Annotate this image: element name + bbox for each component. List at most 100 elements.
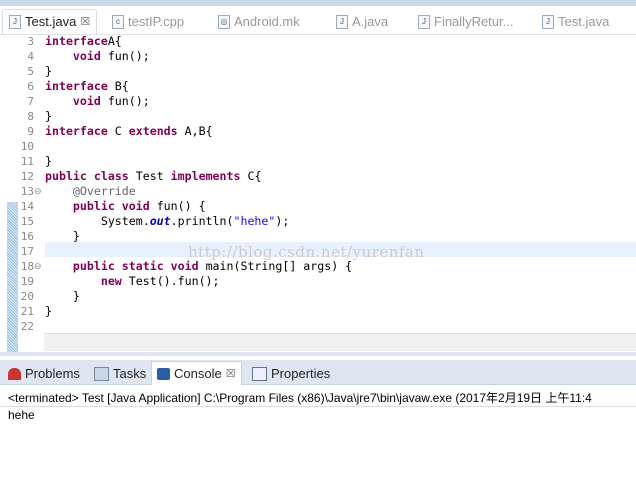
horizontal-scrollbar[interactable] [44,333,636,351]
tab-label: A.java [352,14,389,29]
line-number: 7 [27,95,34,108]
tab-a-java[interactable]: J A.java [336,14,388,29]
code-token: public [45,169,87,183]
code-token: void [170,259,199,273]
line-number: 6 [27,80,34,93]
code-line: public void fun() { [45,199,352,214]
code-token: implements [170,169,241,183]
tab-android-mk[interactable]: ◎ Android.mk [218,14,300,29]
code-line: interface B{ [45,79,352,94]
code-line: } [45,229,352,244]
java-file-icon: J [418,14,430,29]
code-token: } [45,109,52,123]
line-number: 20 [20,290,34,303]
code-token: } [45,64,52,78]
code-token: new [100,274,122,288]
divider [0,406,636,407]
console-icon [157,367,170,380]
fold-icon[interactable]: ⊖ [34,261,42,272]
code-token: } [45,229,80,243]
line-number: 15 [20,215,34,228]
code-token: fun(); [100,94,150,108]
code-line: void fun(); [45,49,352,64]
close-icon[interactable]: ☒ [226,367,236,380]
code-token: A,B{ [177,124,213,138]
tab-test-java[interactable]: J Test.java ☒ [2,9,98,34]
tab-properties[interactable]: Properties [252,366,330,381]
code-line: new Test().fun(); [45,274,352,289]
code-token: fun() { [149,199,206,213]
tab-label: Android.mk [234,14,300,29]
tab-testip-cpp[interactable]: c testIP.cpp [112,14,184,29]
code-token: System. [45,214,150,228]
line-number: 21 [20,305,34,318]
tab-console[interactable]: Console ☒ [151,361,242,385]
fold-icon[interactable]: ⊖ [34,186,42,197]
tab-tasks[interactable]: Tasks [94,366,146,381]
line-number: 16 [20,230,34,243]
line-number: 18 [20,260,34,273]
code-line: interfaceA{ [45,34,352,49]
code-token: static [121,259,164,273]
code-token: C [107,124,129,138]
tab-test-java-2[interactable]: J Test.java [542,14,609,29]
java-file-icon: J [9,14,21,29]
tab-problems[interactable]: Problems [8,366,80,381]
tab-label: Properties [271,366,331,381]
tab-label: Console [174,366,222,381]
code-token: "hehe" [233,214,276,228]
console-output[interactable]: hehe [8,408,35,422]
tab-label: Tasks [113,366,147,381]
mk-file-icon: ◎ [218,14,230,29]
close-icon[interactable]: ☒ [80,15,90,28]
code-line: } [45,64,352,79]
tab-label: Problems [25,366,80,381]
code-token: } [45,154,52,168]
code-line: void fun(); [45,94,352,109]
tab-finallyreturn-java[interactable]: J FinallyRetur... [418,14,513,29]
properties-icon [252,366,267,381]
code-token: .println( [170,214,234,228]
code-token: Test().fun(); [121,274,220,288]
problems-icon [8,367,21,380]
tab-label: Test.java [25,14,77,29]
line-number: 5 [27,65,34,78]
java-file-icon: J [542,14,554,29]
code-token: @Override [72,184,136,198]
line-number: 9 [27,125,34,138]
line-number: 10 [20,140,34,153]
line-number: 8 [27,110,34,123]
line-number: 11 [20,155,34,168]
code-token: C{ [240,169,262,183]
line-number: 13 [20,185,34,198]
java-file-icon: J [336,14,348,29]
line-number-gutter: 3 4 5 6 7 8 9 10 11 12 13 ⊖ 14 15 16 17 18 ⊖ 19 20 21 22 [0,34,44,352]
code-token: interface [45,124,108,138]
editor-tab-bar: J Test.java ☒ c testIP.cpp ◎ Android.mk J A.j… [0,6,636,35]
code-token: Test [128,169,171,183]
code-line: } [45,304,352,319]
code-token: ); [275,214,290,228]
code-token: B{ [107,79,129,93]
watermark: http://blog.csdn.net/yurenfan [188,243,425,261]
code-token: extends [128,124,178,138]
code-line: public static void main(String[] args) { [45,259,352,274]
line-number: 12 [20,170,34,183]
tab-label: Test.java [558,14,610,29]
code-line: } [45,154,352,169]
console-header: <terminated> Test [Java Application] C:\… [8,391,592,405]
line-number: 17 [20,245,34,258]
code-token: interface [45,79,108,93]
code-editor[interactable]: interfaceA{ void fun();} interface B{ voi… [45,34,352,334]
code-token: fun(); [100,49,150,63]
code-token: void [72,49,101,63]
